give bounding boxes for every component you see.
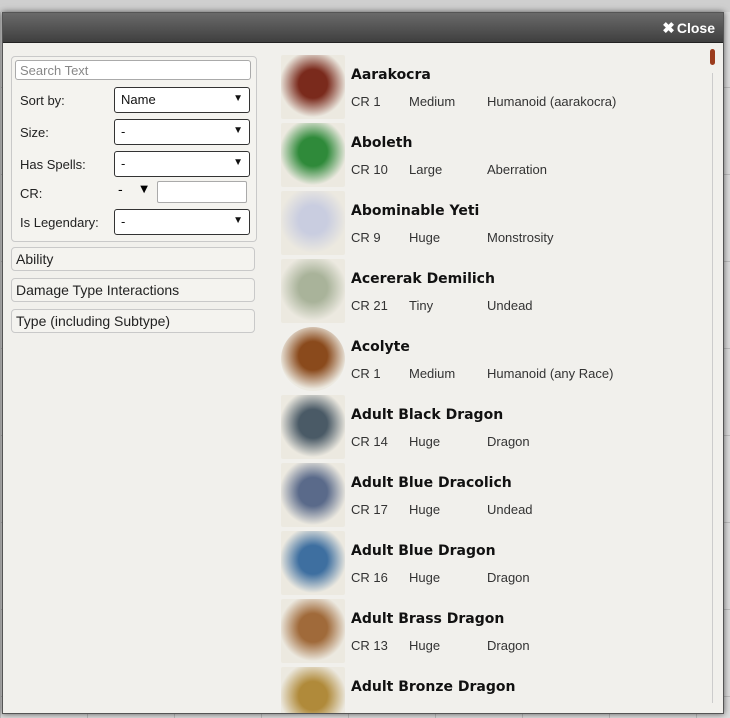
monster-portrait [281,531,345,595]
monster-name: Aarakocra [351,67,431,83]
monster-portrait [281,259,345,323]
monster-row[interactable]: Abominable Yeti CR 9 Huge Monstrosity [281,191,701,257]
filter-panel: Sort by: Name ▼ Size: - ▼ Has Spells: - … [11,56,257,242]
monster-row[interactable]: Adult Brass Dragon CR 13 Huge Dragon [281,599,701,665]
section-ability[interactable]: Ability [11,247,255,271]
size-label: Size: [20,125,49,140]
monster-row[interactable]: Acererak Demilich CR 21 Tiny Undead [281,259,701,325]
search-input[interactable] [15,60,251,80]
monster-type: Dragon [487,570,530,585]
monster-type: Undead [487,298,533,313]
monster-size: Huge [409,570,441,585]
scrollbar[interactable] [709,45,717,709]
spells-label: Has Spells: [20,157,86,172]
monster-row[interactable]: Adult Black Dragon CR 14 Huge Dragon [281,395,701,461]
background-toolbar [0,0,730,12]
chevron-down-icon: ▼ [233,157,243,168]
monster-name: Adult Blue Dragon [351,543,496,559]
monster-cr: CR 21 [351,298,388,313]
size-value: - [121,124,126,139]
chevron-down-icon: ▼ [233,215,243,226]
monster-portrait [281,463,345,527]
monster-row[interactable]: Aarakocra CR 1 Medium Humanoid (aarakocra) [281,55,701,121]
monster-size: Medium [409,366,456,381]
monster-name: Adult Brass Dragon [351,611,505,627]
size-select[interactable]: - ▼ [114,119,250,145]
monster-cr: CR 1 [351,94,381,109]
monster-row[interactable]: Adult Blue Dracolich CR 17 Huge Undead [281,463,701,529]
dialog-titlebar: ✖ Close [3,13,723,43]
monster-name: Acolyte [351,339,410,355]
monster-name: Aboleth [351,135,413,151]
monster-cr: CR 9 [351,230,381,245]
monster-name: Adult Bronze Dragon [351,679,516,695]
monster-browser-dialog: ✖ Close Sort by: Name ▼ Size: - ▼ Has Sp… [2,12,724,714]
monster-size: Huge [409,434,441,449]
monster-size: Tiny [409,298,434,313]
monster-size: Huge [409,230,441,245]
chevron-down-icon: ▼ [233,93,243,104]
chevron-down-icon: ▼ [140,184,148,195]
monster-name: Acererak Demilich [351,271,495,287]
legendary-label: Is Legendary: [20,215,99,230]
cr-operator-select[interactable]: - ▼ [114,181,152,203]
spells-value: - [121,156,126,171]
monster-portrait [281,395,345,459]
monster-portrait [281,667,345,713]
chevron-down-icon: ▼ [233,125,243,136]
monster-cr: CR 10 [351,162,388,177]
sort-value: Name [121,92,156,107]
monster-row[interactable]: Acolyte CR 1 Medium Humanoid (any Race) [281,327,701,393]
monster-type: Humanoid (aarakocra) [487,94,617,109]
monster-row[interactable]: Adult Blue Dragon CR 16 Huge Dragon [281,531,701,597]
section-type[interactable]: Type (including Subtype) [11,309,255,333]
cr-value-input[interactable] [157,181,247,203]
monster-type: Humanoid (any Race) [487,366,614,381]
monster-cr: CR 14 [351,434,388,449]
monster-cr: CR 13 [351,638,388,653]
monster-size: Medium [409,94,456,109]
monster-type: Monstrosity [487,230,554,245]
monster-size: Huge [409,502,441,517]
sort-select[interactable]: Name ▼ [114,87,250,113]
monster-portrait [281,191,345,255]
monster-name: Adult Blue Dracolich [351,475,512,491]
close-label: Close [676,20,715,36]
monster-name: Adult Black Dragon [351,407,504,423]
monster-name: Abominable Yeti [351,203,480,219]
monster-size: Large [409,162,443,177]
sort-label: Sort by: [20,93,65,108]
monster-portrait [281,327,345,391]
monster-portrait [281,55,345,119]
scrollbar-thumb[interactable] [710,49,715,65]
monster-cr: CR 1 [351,366,381,381]
monster-cr: CR 17 [351,502,388,517]
legendary-value: - [121,214,126,229]
monster-row[interactable]: Aboleth CR 10 Large Aberration [281,123,701,189]
monster-row[interactable]: Adult Bronze Dragon [281,667,701,713]
spells-select[interactable]: - ▼ [114,151,250,177]
legendary-select[interactable]: - ▼ [114,209,250,235]
monster-type: Dragon [487,434,530,449]
close-icon: ✖ [662,20,675,37]
monster-type: Aberration [487,162,547,177]
monster-type: Dragon [487,638,530,653]
monster-portrait [281,599,345,663]
cr-operator-value: - [118,183,123,198]
monster-cr: CR 16 [351,570,388,585]
monster-list: Aarakocra CR 1 Medium Humanoid (aarakocra) A… [281,53,701,713]
section-damage-type[interactable]: Damage Type Interactions [11,278,255,302]
monster-size: Huge [409,638,441,653]
monster-portrait [281,123,345,187]
monster-type: Undead [487,502,533,517]
close-button[interactable]: ✖ Close [662,19,715,37]
cr-label: CR: [20,186,43,201]
